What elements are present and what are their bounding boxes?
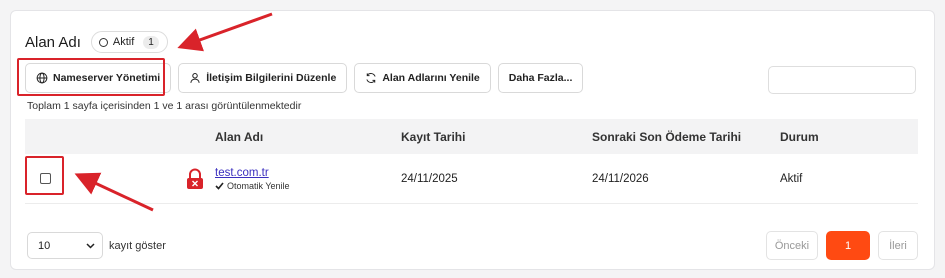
column-header-registered[interactable]: Kayıt Tarihi — [401, 130, 592, 144]
status-filter-count: 1 — [143, 35, 159, 49]
lock-icon — [187, 168, 203, 189]
nameserver-button-label: Nameserver Yönetimi — [53, 72, 161, 84]
chevron-down-icon — [86, 242, 95, 249]
results-summary: Toplam 1 sayfa içerisinden 1 ve 1 arası … — [27, 100, 302, 112]
domain-panel: Alan Adı Aktif 1 Nameserver Yönetimi İle… — [10, 10, 935, 270]
domain-table: Alan Adı Kayıt Tarihi Sonraki Son Ödeme … — [25, 119, 918, 204]
renew-domains-button-label: Alan Adlarını Yenile — [382, 72, 480, 84]
check-icon — [215, 181, 224, 190]
user-icon — [190, 73, 200, 83]
nameserver-button[interactable]: Nameserver Yönetimi — [25, 63, 172, 93]
registered-date: 24/11/2025 — [401, 172, 458, 185]
column-header-next-due[interactable]: Sonraki Son Ödeme Tarihi — [592, 130, 780, 144]
column-header-status[interactable]: Durum — [780, 130, 918, 144]
edit-contact-button[interactable]: İletişim Bilgilerini Düzenle — [178, 63, 348, 93]
refresh-icon — [366, 73, 376, 83]
panel-header: Alan Adı Aktif 1 — [25, 31, 168, 53]
globe-icon — [36, 72, 48, 84]
edit-contact-button-label: İletişim Bilgilerini Düzenle — [206, 72, 337, 84]
more-button-label: Daha Fazla... — [508, 72, 573, 84]
auto-renew-indicator: Otomatik Yenile — [215, 181, 401, 191]
status-value: Aktif — [780, 172, 803, 185]
column-header-domain[interactable]: Alan Adı — [215, 130, 401, 144]
domain-link[interactable]: test.com.tr — [215, 167, 401, 179]
page-title: Alan Adı — [25, 33, 81, 51]
page-size-select[interactable]: 10 — [27, 232, 103, 259]
circle-outline-icon — [98, 37, 108, 47]
more-button[interactable]: Daha Fazla... — [497, 63, 584, 93]
page-size-value: 10 — [38, 239, 51, 252]
search-input[interactable] — [768, 66, 916, 94]
table-row: test.com.tr Otomatik Yenile 24/11/2025 2… — [25, 154, 918, 204]
page-button-current[interactable]: 1 — [826, 231, 870, 260]
pagination: Önceki 1 İleri — [766, 231, 918, 260]
next-page-button[interactable]: İleri — [878, 231, 918, 260]
status-filter-pill[interactable]: Aktif 1 — [90, 31, 168, 53]
row-checkbox[interactable] — [39, 173, 51, 184]
table-header: Alan Adı Kayıt Tarihi Sonraki Son Ödeme … — [25, 119, 918, 154]
toolbar: Nameserver Yönetimi İletişim Bilgilerini… — [25, 63, 584, 93]
renew-domains-button[interactable]: Alan Adlarını Yenile — [354, 63, 491, 93]
status-filter-label: Aktif — [112, 36, 135, 48]
prev-page-button[interactable]: Önceki — [766, 231, 818, 260]
page-size-label: kayıt göster — [109, 240, 166, 252]
next-due-date: 24/11/2026 — [592, 172, 649, 185]
auto-renew-label: Otomatik Yenile — [227, 180, 290, 191]
